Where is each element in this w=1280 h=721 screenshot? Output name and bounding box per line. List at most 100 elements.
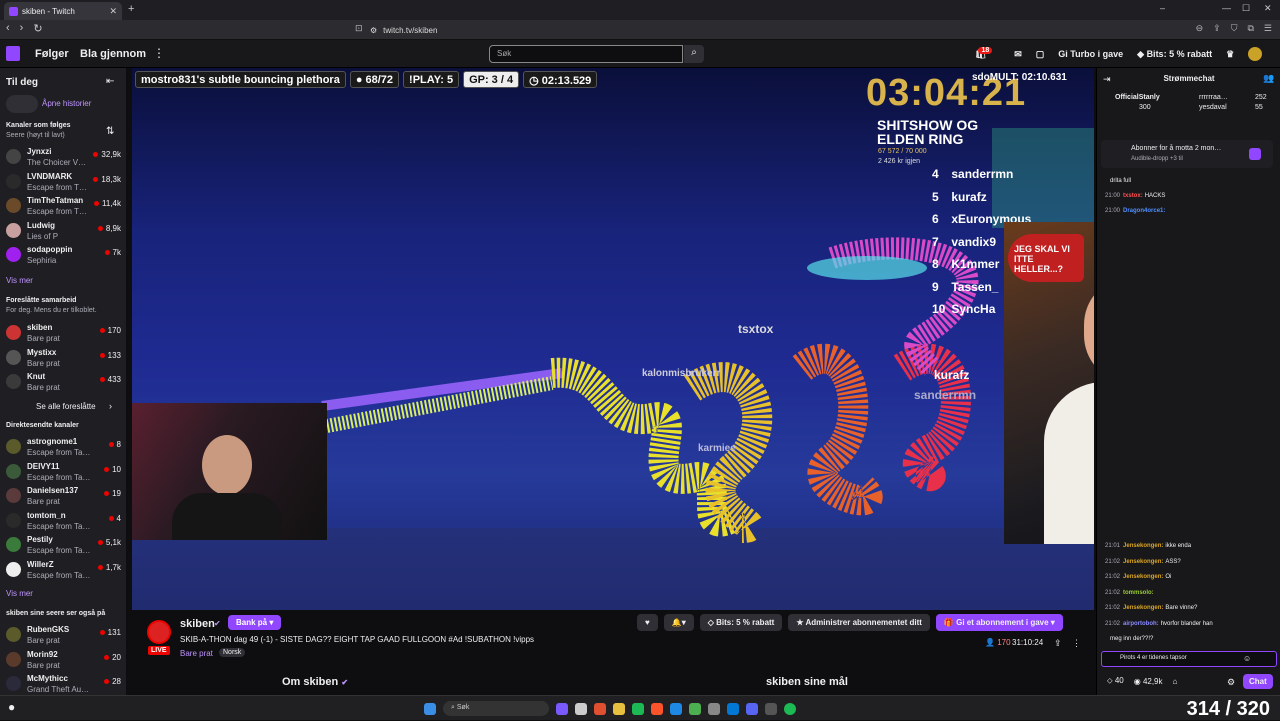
- bank-button[interactable]: Bank på ▾: [228, 615, 282, 630]
- sidebar-channel[interactable]: TimTheTatman Escape from T… 11,4k: [6, 196, 121, 218]
- sidebar-channel[interactable]: sodapoppin Sephiria 7k: [6, 245, 121, 267]
- turbo-button[interactable]: Gi Turbo i gave: [1058, 49, 1123, 59]
- chat-user[interactable]: tommsolo:: [1123, 590, 1154, 596]
- sort-icon[interactable]: ⇅: [106, 126, 114, 137]
- collapse-sidebar-icon[interactable]: ⇤: [106, 76, 114, 87]
- more-options-icon[interactable]: ⋮: [1072, 638, 1081, 649]
- obs-icon[interactable]: [765, 702, 777, 715]
- sidebar-channel[interactable]: tomtom_n Escape from Ta… 4: [6, 511, 121, 533]
- sidebar-channel[interactable]: Knut Bare prat 433: [6, 372, 121, 394]
- user-avatar[interactable]: [1248, 47, 1263, 61]
- chat-user[interactable]: Jensekongen:: [1123, 543, 1163, 549]
- rewards-icon[interactable]: ⌂: [1173, 677, 1178, 686]
- show-more-link[interactable]: Vis mer: [6, 276, 33, 285]
- points-icon[interactable]: ⬦ 40: [1107, 676, 1124, 686]
- edge-icon[interactable]: [670, 702, 682, 715]
- spotify-icon-2[interactable]: [784, 702, 796, 715]
- bits-discount-button[interactable]: ◇ Bits: 5 % rabatt: [699, 614, 783, 631]
- forward-icon[interactable]: ›: [20, 22, 24, 35]
- crown-icon[interactable]: ♛: [1226, 49, 1234, 60]
- sidebar-channel[interactable]: RubenGKS Bare prat 131: [6, 625, 121, 647]
- settings-icon[interactable]: ⚙: [1227, 677, 1235, 688]
- sidebar-channel[interactable]: Mystixx Bare prat 133: [6, 348, 121, 370]
- show-more-link-2[interactable]: Vis mer: [6, 589, 33, 598]
- sidebar-channel[interactable]: Ludwig Lies of P 8,9k: [6, 221, 121, 243]
- app-icon-2[interactable]: [575, 702, 587, 715]
- sidebar-channel[interactable]: astrognome1 Escape from Ta… 8: [6, 437, 121, 459]
- chat-send-button[interactable]: Chat: [1243, 674, 1273, 689]
- sidebar-channel[interactable]: McMythicc Grand Theft Au… 28: [6, 674, 121, 696]
- new-tab-icon[interactable]: +: [128, 3, 134, 15]
- shield-icon[interactable]: ⛉: [1231, 23, 1238, 34]
- gift-sub-button[interactable]: 🎁 Gi et abonnement i gave ▾: [935, 614, 1063, 631]
- chat-user[interactable]: Jensekongen:: [1123, 574, 1163, 580]
- spotify-icon[interactable]: [632, 702, 644, 715]
- promo-banner[interactable]: Abonner for å motta 2 mon… Audible-dropp…: [1101, 140, 1273, 168]
- sidebar-channel[interactable]: WillerZ Escape from Ta… 1,7k: [6, 560, 121, 582]
- twitch-logo-icon[interactable]: [6, 46, 20, 61]
- weather-icon[interactable]: ●: [8, 700, 15, 714]
- inbox-icon[interactable]: ✉: [1014, 49, 1022, 60]
- coins-icon[interactable]: ◉ 42,9k: [1134, 677, 1163, 686]
- minimize-icon[interactable]: –: [1160, 3, 1165, 13]
- site-info-icon[interactable]: ⚙: [370, 26, 377, 35]
- sidebar-channel[interactable]: DEIVY11 Escape from Ta… 10: [6, 462, 121, 484]
- search-icon[interactable]: ⌕: [684, 45, 704, 63]
- store-icon[interactable]: [727, 702, 739, 715]
- brave-icon[interactable]: [651, 702, 663, 715]
- streamer-name[interactable]: skiben: [180, 618, 215, 630]
- browser-tab[interactable]: skiben - Twitch ✕: [4, 2, 122, 20]
- promo-icon[interactable]: [1249, 148, 1261, 160]
- menu-icon[interactable]: ☰: [1264, 23, 1272, 34]
- chrome-icon[interactable]: [689, 702, 701, 715]
- share-icon[interactable]: ⇪: [1054, 638, 1062, 649]
- see-all-link[interactable]: Se alle foreslåtte: [36, 402, 96, 411]
- video-player[interactable]: mostro831's subtle bouncing plethora ● 6…: [132, 68, 1094, 610]
- zoom-icon[interactable]: ⊖: [1196, 23, 1204, 34]
- bits-button[interactable]: ◆ Bits: 5 % rabatt: [1137, 49, 1212, 60]
- emote-icon[interactable]: ☺: [1243, 654, 1251, 663]
- whispers-icon[interactable]: ▢: [1036, 49, 1045, 60]
- chevron-right-icon[interactable]: ›: [109, 401, 112, 411]
- folder-icon[interactable]: [613, 702, 625, 715]
- streamer-avatar[interactable]: [147, 620, 171, 644]
- app-icon-1[interactable]: [556, 702, 568, 715]
- nav-browse[interactable]: Bla gjennom: [80, 48, 146, 60]
- stories-avatars[interactable]: [6, 95, 38, 113]
- back-icon[interactable]: ‹: [6, 22, 10, 35]
- chat-user[interactable]: airportoboh:: [1123, 621, 1159, 627]
- more-icon[interactable]: ⋮: [153, 46, 165, 60]
- chat-user[interactable]: txstox:: [1123, 193, 1143, 199]
- notifications-icon[interactable]: 🛍18: [975, 46, 1000, 60]
- windows-start-icon[interactable]: [424, 702, 436, 715]
- close-window-icon[interactable]: ✕: [1264, 3, 1272, 14]
- share-icon[interactable]: ⇪: [1213, 23, 1221, 34]
- app-icon-4[interactable]: [708, 702, 720, 715]
- chat-user[interactable]: Jensekongen:: [1123, 605, 1163, 611]
- minimize-window-icon[interactable]: —: [1222, 3, 1231, 13]
- url-field[interactable]: ⚙ twitch.tv/skiben: [370, 23, 910, 37]
- sidebar-channel[interactable]: skiben Bare prat 170: [6, 323, 121, 345]
- sidebar-channel[interactable]: LVNDMARK Escape from T… 18,3k: [6, 172, 121, 194]
- notify-bell-button[interactable]: 🔔▾: [663, 614, 694, 631]
- users-icon[interactable]: 👥: [1263, 73, 1274, 84]
- open-stories-link[interactable]: Åpne historier: [42, 99, 91, 108]
- taskbar-search[interactable]: ⌕ Søk: [443, 701, 549, 716]
- sidebar-channel[interactable]: Morin92 Bare prat 20: [6, 650, 121, 672]
- stream-category[interactable]: Bare prat: [180, 649, 213, 658]
- bookmark-icon[interactable]: ⊡: [355, 23, 363, 34]
- discord-icon[interactable]: [746, 702, 758, 715]
- nav-following[interactable]: Følger: [35, 48, 69, 60]
- sidebar-channel[interactable]: Jynxzi The Choicer V… 32,9k: [6, 147, 121, 169]
- extensions-icon[interactable]: ⧉: [1247, 23, 1253, 34]
- search-input[interactable]: Søk: [489, 45, 683, 63]
- language-tag[interactable]: Norsk: [219, 648, 246, 657]
- sidebar-channel[interactable]: Pestily Escape from Ta… 5,1k: [6, 535, 121, 557]
- app-icon-3[interactable]: [594, 702, 606, 715]
- maximize-icon[interactable]: ☐: [1242, 3, 1250, 14]
- reload-icon[interactable]: ↻: [33, 22, 42, 35]
- chat-user[interactable]: Dragon4orce1:: [1123, 208, 1165, 214]
- sidebar-channel[interactable]: Danielsen137 Bare prat 19: [6, 486, 121, 508]
- chat-user[interactable]: Jensekongen:: [1123, 559, 1163, 565]
- manage-sub-button[interactable]: ★ Administrer abonnementet ditt: [788, 614, 930, 631]
